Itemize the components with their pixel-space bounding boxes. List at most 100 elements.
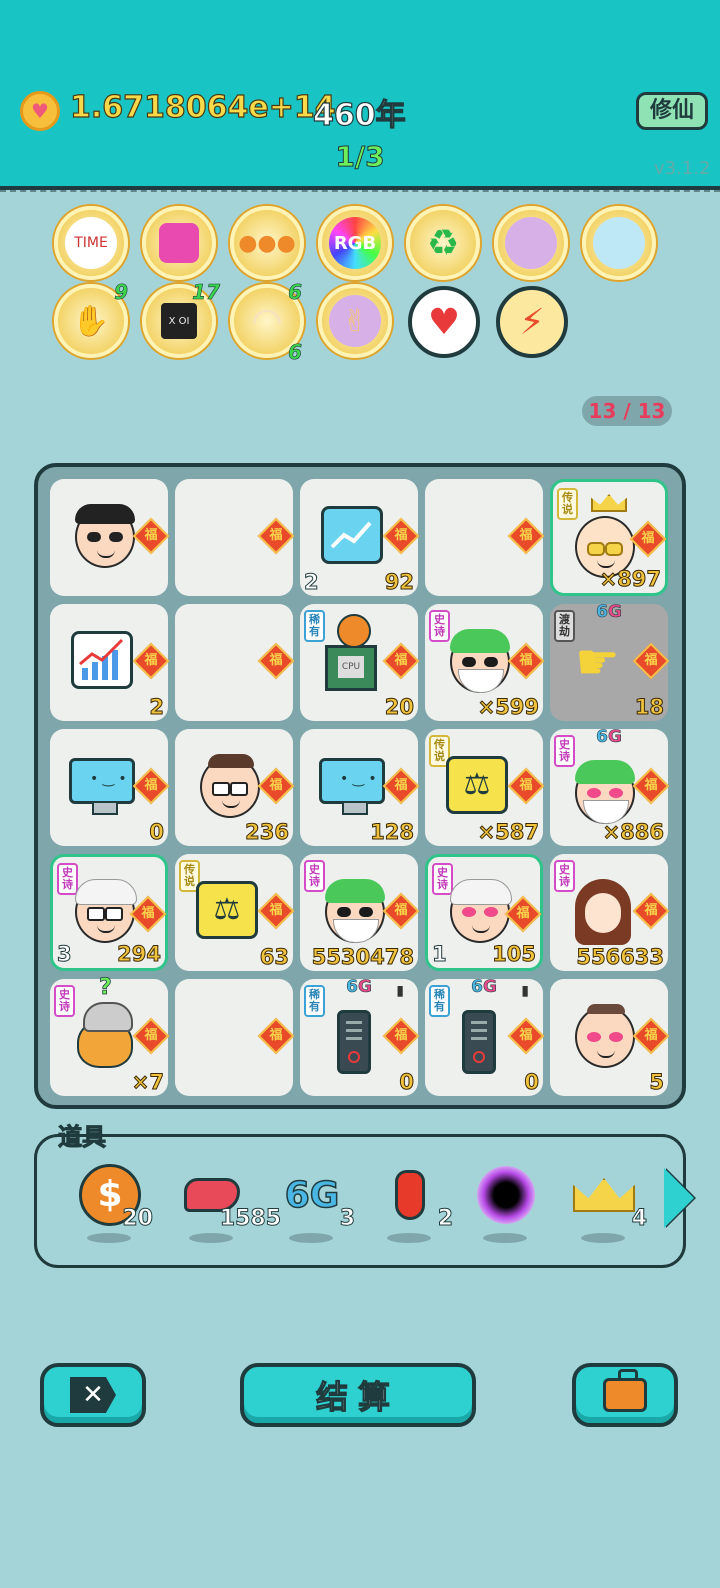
board-cell[interactable]: 传说 ⚖ 福 63 <box>175 854 295 971</box>
6g-badge: 6G <box>346 977 372 998</box>
cell-value: 0 <box>399 1070 415 1095</box>
board-cell[interactable]: 福 <box>175 479 295 596</box>
rarity-tag: 史诗 <box>554 860 575 892</box>
board-cell[interactable]: 福 5 <box>550 979 670 1096</box>
board-cell[interactable]: 史诗 福 1 105 <box>425 854 543 971</box>
rarity-tag: 史诗 <box>54 985 75 1017</box>
lightning-icon[interactable]: ⚡ <box>496 286 568 358</box>
close-button[interactable]: ✕ <box>40 1363 146 1427</box>
item-slot[interactable]: $ 20 <box>71 1157 161 1253</box>
item-slot[interactable]: 2 <box>371 1157 461 1253</box>
cell-value: 556633 <box>576 945 665 970</box>
bar-chart-icon <box>71 630 133 689</box>
fu-badge: 福 <box>382 892 420 930</box>
crown-icon <box>591 494 627 512</box>
board-cell[interactable]: 史诗 ? 福 ×7 <box>50 975 170 1096</box>
cell-value: 105 <box>492 942 537 967</box>
shell-icon[interactable]: ◠ 6 6 <box>230 280 304 364</box>
cpu-chip-icon[interactable]: X OI 17 <box>142 280 220 358</box>
board-cell[interactable]: 渡劫 6G ☛ 福 18 <box>550 602 670 721</box>
board-cell[interactable]: 福 <box>50 479 170 596</box>
rarity-tag: 史诗 <box>429 610 450 642</box>
board-cell[interactable]: • ‿ • 福 0 <box>50 729 170 846</box>
cell-value: ×886 <box>602 820 664 845</box>
board-cell[interactable]: 福 <box>175 604 295 721</box>
rarity-tag: 史诗 <box>57 863 78 895</box>
basketballs-icon[interactable]: ●●● <box>230 206 304 280</box>
board-cell[interactable]: 史诗 福 3 294 <box>50 854 168 971</box>
board-cell[interactable]: 史诗 福 556633 <box>550 854 670 971</box>
item-slot[interactable]: 4 <box>565 1157 655 1253</box>
fu-badge: 福 <box>632 892 670 930</box>
heart-potion-icon[interactable]: ♥ <box>408 286 480 358</box>
item-slot[interactable]: 6G 3 <box>273 1157 363 1253</box>
fu-badge: 福 <box>507 767 545 805</box>
close-icon: ✕ <box>70 1377 116 1413</box>
cell-value: 18 <box>634 695 664 720</box>
board-cell[interactable]: 史诗 福 5530478 <box>300 854 420 971</box>
cell-value: ×599 <box>477 695 539 720</box>
board-cell[interactable]: 稀有 6G ▮ 福 0 <box>300 977 420 1096</box>
board-cell[interactable]: 福 <box>175 979 295 1096</box>
settle-button[interactable]: 结算 <box>240 1363 476 1427</box>
crown-icon <box>569 1165 639 1225</box>
fu-badge: 福 <box>507 642 545 680</box>
board-cell[interactable]: 福 2 92 <box>300 479 420 596</box>
plug-icon: ▮ <box>396 983 404 999</box>
handshake-count: 9 <box>114 280 129 305</box>
rgb-icon[interactable]: RGB <box>318 206 392 280</box>
item-quantity: 1585 <box>219 1206 281 1232</box>
board-cell[interactable]: 稀有 CPU 福 20 <box>300 604 420 721</box>
time-magazine-icon[interactable]: TIME <box>54 206 128 280</box>
basketball-icon <box>337 614 371 648</box>
briefcase-icon <box>603 1369 647 1412</box>
bald-man-icon <box>75 503 135 568</box>
cell-level: 3 <box>57 942 73 967</box>
cell-value: 128 <box>370 820 415 845</box>
board-cell[interactable]: 传说 ⚖ 福 ×587 <box>425 729 545 846</box>
green-cap-man-icon <box>450 628 510 693</box>
rarity-tag: 稀有 <box>304 610 325 642</box>
heart-coin-icon: ♥ <box>20 91 60 131</box>
board-cell[interactable]: 史诗 6G 福 ×886 <box>550 727 670 846</box>
item-slot[interactable] <box>467 1157 557 1253</box>
board-cell[interactable]: 史诗 福 ×599 <box>425 604 545 721</box>
cpu-icon: CPU <box>325 644 377 691</box>
next-arrow-icon[interactable] <box>664 1168 694 1228</box>
6g-icon: 6G <box>284 1174 340 1217</box>
rarity-tag: 史诗 <box>432 863 453 895</box>
rock-hand-icon[interactable]: ✌ <box>318 284 392 358</box>
item-slot[interactable]: 1585 <box>173 1157 283 1253</box>
fu-badge: 福 <box>629 520 667 558</box>
6g-badge: 6G <box>596 602 622 623</box>
board-cell[interactable]: • ‿ • 福 128 <box>300 729 420 846</box>
monitor-icon: • ‿ • <box>69 757 135 815</box>
handshake-icon[interactable]: ✋ 9 <box>54 280 128 358</box>
game-board: 福 福 福 2 92 福 传说 福 ×897 福 2 福 稀有 CPU 福 20… <box>34 463 686 1109</box>
cell-value: 2 <box>149 695 165 720</box>
plug-icon: ▮ <box>521 983 529 999</box>
board-cell[interactable]: 福 236 <box>175 729 295 846</box>
rarity-tag: 史诗 <box>554 735 575 767</box>
fu-badge: 福 <box>632 642 670 680</box>
board-cell[interactable]: 福 2 <box>50 604 170 721</box>
board-cell[interactable]: 传说 福 ×897 <box>550 479 668 596</box>
gift-box-icon[interactable] <box>142 206 216 280</box>
fu-badge: 福 <box>132 642 170 680</box>
rarity-tag: 稀有 <box>429 985 450 1017</box>
version-label: v3.1.2 <box>654 158 711 179</box>
trend-chart-icon <box>321 505 383 564</box>
item-quantity: 3 <box>339 1206 355 1232</box>
cell-value: 63 <box>259 945 289 970</box>
old-man-icon <box>75 878 137 943</box>
board-cell[interactable]: 稀有 6G ▮ 福 0 <box>425 977 545 1096</box>
backpack-button[interactable] <box>572 1363 678 1427</box>
cell-value: 92 <box>384 570 414 595</box>
xiuxian-button[interactable]: 修仙 <box>636 92 708 130</box>
shell-count-2: 6 <box>288 340 303 365</box>
code-head-icon[interactable] <box>494 206 568 280</box>
board-cell[interactable]: 福 <box>425 479 545 596</box>
recycle-icon[interactable]: ♻ <box>406 206 480 280</box>
air-pump-icon[interactable] <box>582 206 656 280</box>
monitor-icon: • ‿ • <box>319 757 385 815</box>
